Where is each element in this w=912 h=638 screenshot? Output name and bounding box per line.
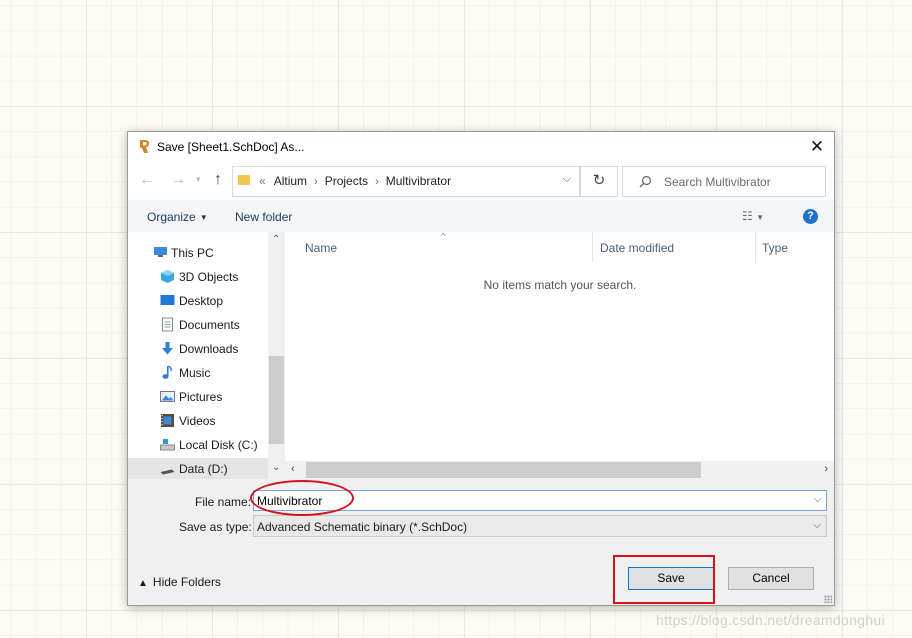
3d-objects-icon	[161, 270, 174, 283]
sidebar-item-label: Pictures	[179, 390, 223, 404]
sidebar-item-label: Videos	[179, 414, 216, 428]
back-arrow-icon[interactable]: ←	[139, 171, 155, 189]
data-drive-icon	[160, 469, 175, 475]
navigation-pane: This PC 3D Objects Desktop Documents Dow…	[128, 232, 285, 479]
column-header: ^ Name Date modified Type	[285, 231, 834, 262]
breadcrumb-item[interactable]: Altium	[274, 174, 307, 188]
sidebar-item-pictures[interactable]: Pictures	[128, 386, 268, 408]
organize-label: Organize	[147, 210, 196, 224]
documents-icon	[162, 317, 173, 332]
sidebar-item-3d-objects[interactable]: 3D Objects	[128, 266, 268, 288]
computer-icon	[154, 247, 167, 257]
sidebar-item-label: Desktop	[179, 294, 224, 308]
file-list: ^ Name Date modified Type No items match…	[285, 231, 834, 479]
videos-icon	[161, 414, 174, 427]
desktop-icon	[160, 295, 175, 305]
breadcrumb: « Altium › Projects › Multivibrator	[259, 174, 451, 188]
save-button[interactable]: Save	[628, 567, 714, 590]
pictures-icon	[160, 391, 175, 402]
navigation-bar: ← → ▾ ↑ « Altium › Projects › Multivibrator ⌵…	[128, 162, 834, 200]
organize-button[interactable]: Organize ▼	[147, 210, 208, 224]
column-type[interactable]: Type	[762, 241, 788, 255]
breadcrumb-item[interactable]: Projects	[325, 174, 368, 188]
column-date-modified[interactable]: Date modified	[600, 241, 674, 255]
save-as-dialog: Save [Sheet1.SchDoc] As... ✕ ← → ▾ ↑ « Al…	[127, 131, 835, 606]
scroll-down-icon[interactable]: ⌄	[272, 462, 280, 473]
hide-folders-label: Hide Folders	[152, 575, 221, 589]
sidebar-item-label: Documents	[179, 318, 240, 332]
refresh-icon[interactable]: ↻	[580, 166, 618, 197]
close-icon[interactable]: ✕	[800, 132, 834, 162]
chevron-right-icon[interactable]: ›	[375, 176, 379, 188]
file-name-input[interactable]	[253, 490, 827, 511]
save-type-value: Advanced Schematic binary (*.SchDoc)	[257, 520, 468, 534]
chevron-down-icon[interactable]: ⌵	[814, 494, 822, 505]
search-box[interactable]: Search Multivibrator	[622, 166, 826, 197]
chevron-down-icon: ⌵	[813, 520, 821, 531]
save-type-select[interactable]: Advanced Schematic binary (*.SchDoc) ⌵	[253, 515, 827, 537]
search-input[interactable]: Search Multivibrator	[664, 175, 771, 189]
caret-down-icon: ▼	[199, 213, 208, 222]
address-dropdown-icon[interactable]: ⌵	[563, 173, 571, 186]
scrollbar-thumb[interactable]	[269, 356, 284, 444]
sidebar-item-label: This PC	[171, 246, 214, 260]
breadcrumb-overflow[interactable]: «	[259, 174, 266, 188]
sidebar-item-label: Local Disk (C:)	[179, 438, 258, 452]
search-icon	[639, 175, 652, 188]
sidebar-item-downloads[interactable]: Downloads	[128, 338, 268, 360]
title-bar: Save [Sheet1.SchDoc] As... ✕	[128, 132, 834, 162]
sidebar-item-label: Downloads	[179, 342, 239, 356]
file-list-scrollbar[interactable]: ‹ ›	[285, 461, 834, 479]
breadcrumb-item[interactable]: Multivibrator	[386, 174, 451, 188]
sidebar-item-label: 3D Objects	[179, 270, 239, 284]
new-folder-button[interactable]: New folder	[235, 210, 292, 224]
folder-icon	[238, 175, 250, 185]
save-type-label: Save as type:	[179, 520, 252, 534]
sidebar-item-desktop[interactable]: Desktop	[128, 290, 268, 312]
altium-icon	[140, 140, 149, 153]
sidebar-item-label: Data (D:)	[179, 462, 228, 476]
hide-folders-button[interactable]: ▲ Hide Folders	[138, 575, 221, 589]
cancel-button[interactable]: Cancel	[728, 567, 814, 590]
chevron-up-icon: ▲	[138, 578, 148, 589]
sort-ascending-icon: ^	[441, 231, 446, 241]
chevron-down-icon[interactable]: ▾	[196, 174, 201, 185]
view-options-icon[interactable]: ☷ ▼	[742, 209, 764, 223]
command-bar: Organize ▼ New folder ☷ ▼ ?	[128, 200, 834, 232]
help-icon[interactable]: ?	[803, 209, 818, 224]
column-divider[interactable]	[755, 232, 756, 262]
resize-grip-icon[interactable]	[824, 595, 832, 603]
sidebar-scrollbar[interactable]: ⌃ ⌄	[268, 232, 285, 479]
sidebar-item-data-d[interactable]: Data (D:)	[128, 458, 268, 479]
column-divider[interactable]	[592, 232, 593, 262]
dialog-title: Save [Sheet1.SchDoc] As...	[157, 140, 305, 154]
scroll-right-icon[interactable]: ›	[824, 463, 828, 475]
local-disk-icon	[160, 439, 175, 451]
file-name-label: File name:	[195, 495, 252, 509]
empty-message: No items match your search.	[483, 278, 637, 292]
chevron-right-icon[interactable]: ›	[314, 176, 318, 188]
forward-arrow-icon[interactable]: →	[170, 171, 186, 189]
scroll-up-icon[interactable]: ⌃	[272, 234, 280, 245]
sidebar-item-label: Music	[179, 366, 211, 380]
address-bar[interactable]: « Altium › Projects › Multivibrator ⌵	[232, 166, 580, 197]
sidebar-item-local-disk-c[interactable]: Local Disk (C:)	[128, 434, 268, 456]
column-name[interactable]: Name	[305, 241, 337, 255]
sidebar-item-this-pc[interactable]: This PC	[128, 241, 268, 263]
sidebar-item-documents[interactable]: Documents	[128, 314, 268, 336]
music-icon	[162, 365, 172, 379]
sidebar-item-music[interactable]: Music	[128, 362, 268, 384]
scrollbar-thumb[interactable]	[306, 462, 701, 478]
scroll-left-icon[interactable]: ‹	[291, 463, 295, 475]
watermark: https://blog.csdn.net/dreamdonghui	[656, 612, 885, 628]
downloads-icon	[162, 342, 173, 355]
sidebar-item-videos[interactable]: Videos	[128, 410, 268, 432]
up-arrow-icon[interactable]: ↑	[214, 171, 222, 189]
